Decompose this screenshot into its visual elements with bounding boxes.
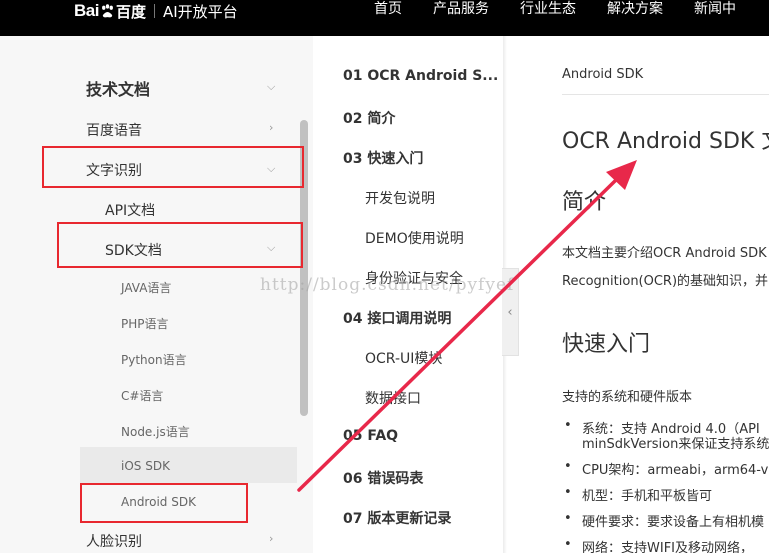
top-nav-links: 首页 产品服务 行业生态 解决方案 新闻中	[374, 0, 767, 20]
annotation-box-ocr	[42, 146, 304, 188]
logo-product-text: AI开放平台	[162, 2, 238, 21]
toc-item-changelog[interactable]: 07 版本更新记录	[343, 508, 451, 528]
section-heading-intro: 简介	[562, 190, 607, 215]
toc-item-ocr-ui[interactable]: OCR-UI模块	[365, 348, 442, 368]
list-item: 网络：支持WIFI及移动网络，	[564, 537, 753, 553]
logo-divider	[153, 4, 155, 18]
breadcrumb-divider	[562, 94, 769, 95]
sidebar-item-voice[interactable]: 百度语音	[86, 120, 142, 140]
nav-ecosystem[interactable]: 行业生态	[520, 0, 576, 20]
page: Bai 百度 AI开放平台 首页 产品服务 行业生态 解决方案 新闻中 技术文档…	[0, 0, 769, 553]
list-item-text: 硬件要求：要求设备上有相机模	[582, 515, 765, 530]
chevron-left-icon: ‹	[507, 304, 513, 320]
logo-du-text: 百度	[115, 2, 146, 21]
table-of-contents: 01 OCR Android S... 02 简介 03 快速入门 开发包说明 …	[313, 36, 505, 553]
intro-text-line-2: Recognition(OCR)的基础知识，并	[562, 274, 769, 289]
section-heading-quickstart: 快速入门	[562, 332, 651, 357]
nav-news[interactable]: 新闻中	[694, 0, 736, 20]
sidebar-item-csharp[interactable]: C#语言	[121, 387, 163, 404]
toc-item-error-codes[interactable]: 06 错误码表	[343, 468, 423, 488]
nav-solutions[interactable]: 解决方案	[607, 0, 663, 20]
toc-item-intro[interactable]: 02 简介	[343, 108, 395, 128]
list-item: CPU架构：armeabi，arm64-v	[564, 459, 769, 478]
paw-icon	[100, 3, 115, 19]
nav-products[interactable]: 产品服务	[433, 0, 489, 20]
toc-item-api-usage[interactable]: 04 接口调用说明	[343, 308, 451, 328]
annotation-box-android-sdk	[80, 483, 248, 523]
toc-item-quickstart[interactable]: 03 快速入门	[343, 148, 423, 168]
nav-home[interactable]: 首页	[374, 0, 402, 20]
support-label: 支持的系统和硬件版本	[562, 390, 693, 405]
sidebar-item-api-doc[interactable]: API文档	[105, 200, 155, 220]
list-item-text: 机型：手机和平板皆可	[582, 489, 713, 504]
baidu-ai-logo[interactable]: Bai 百度 AI开放平台	[74, 0, 238, 22]
list-item: 硬件要求：要求设备上有相机模	[564, 511, 765, 530]
annotation-box-sdk-doc	[57, 222, 303, 268]
sidebar-active-highlight	[80, 447, 297, 483]
toc-item-demo[interactable]: DEMO使用说明	[365, 228, 464, 248]
breadcrumb[interactable]: Android SDK	[562, 67, 643, 82]
chevron-down-icon[interactable]: ⌵	[267, 80, 275, 94]
sidebar-item-nodejs[interactable]: Node.js语言	[121, 423, 190, 440]
sidebar-item-java[interactable]: JAVA语言	[121, 279, 171, 296]
intro-text-line-1: 本文档主要介绍OCR Android SDK	[562, 246, 767, 261]
list-item-text: CPU架构：armeabi，arm64-v	[582, 463, 769, 478]
list-item: 机型：手机和平板皆可	[564, 485, 713, 504]
toc-item-data-api[interactable]: 数据接口	[365, 388, 421, 408]
page-title: OCR Android SDK 文	[562, 129, 769, 154]
toc-item-dev-package[interactable]: 开发包说明	[365, 188, 435, 208]
toc-item-auth[interactable]: 身份验证与安全	[365, 268, 463, 288]
list-item-text: 网络：支持WIFI及移动网络，	[582, 541, 753, 553]
sidebar-item-php[interactable]: PHP语言	[121, 315, 169, 332]
toc-item-faq[interactable]: 05 FAQ	[343, 428, 398, 444]
list-item-continuation: minSdkVersion来保证支持系统	[582, 437, 769, 452]
doc-content: Android SDK OCR Android SDK 文 简介 本文档主要介绍…	[519, 36, 769, 553]
sidebar-heading[interactable]: 技术文档	[86, 76, 150, 100]
sidebar-item-face[interactable]: 人脸识别	[86, 531, 142, 551]
logo-bai-text: Bai	[74, 1, 99, 20]
toc-item-overview[interactable]: 01 OCR Android S...	[343, 68, 498, 84]
sidebar-item-ios-sdk[interactable]: iOS SDK	[121, 459, 170, 473]
chevron-right-icon[interactable]: ›	[269, 121, 273, 134]
top-navbar: Bai 百度 AI开放平台 首页 产品服务 行业生态 解决方案 新闻中	[0, 0, 769, 36]
collapse-toc-button[interactable]: ‹	[502, 268, 519, 356]
chevron-right-icon[interactable]: ›	[269, 532, 273, 545]
sidebar-item-python[interactable]: Python语言	[121, 351, 187, 368]
